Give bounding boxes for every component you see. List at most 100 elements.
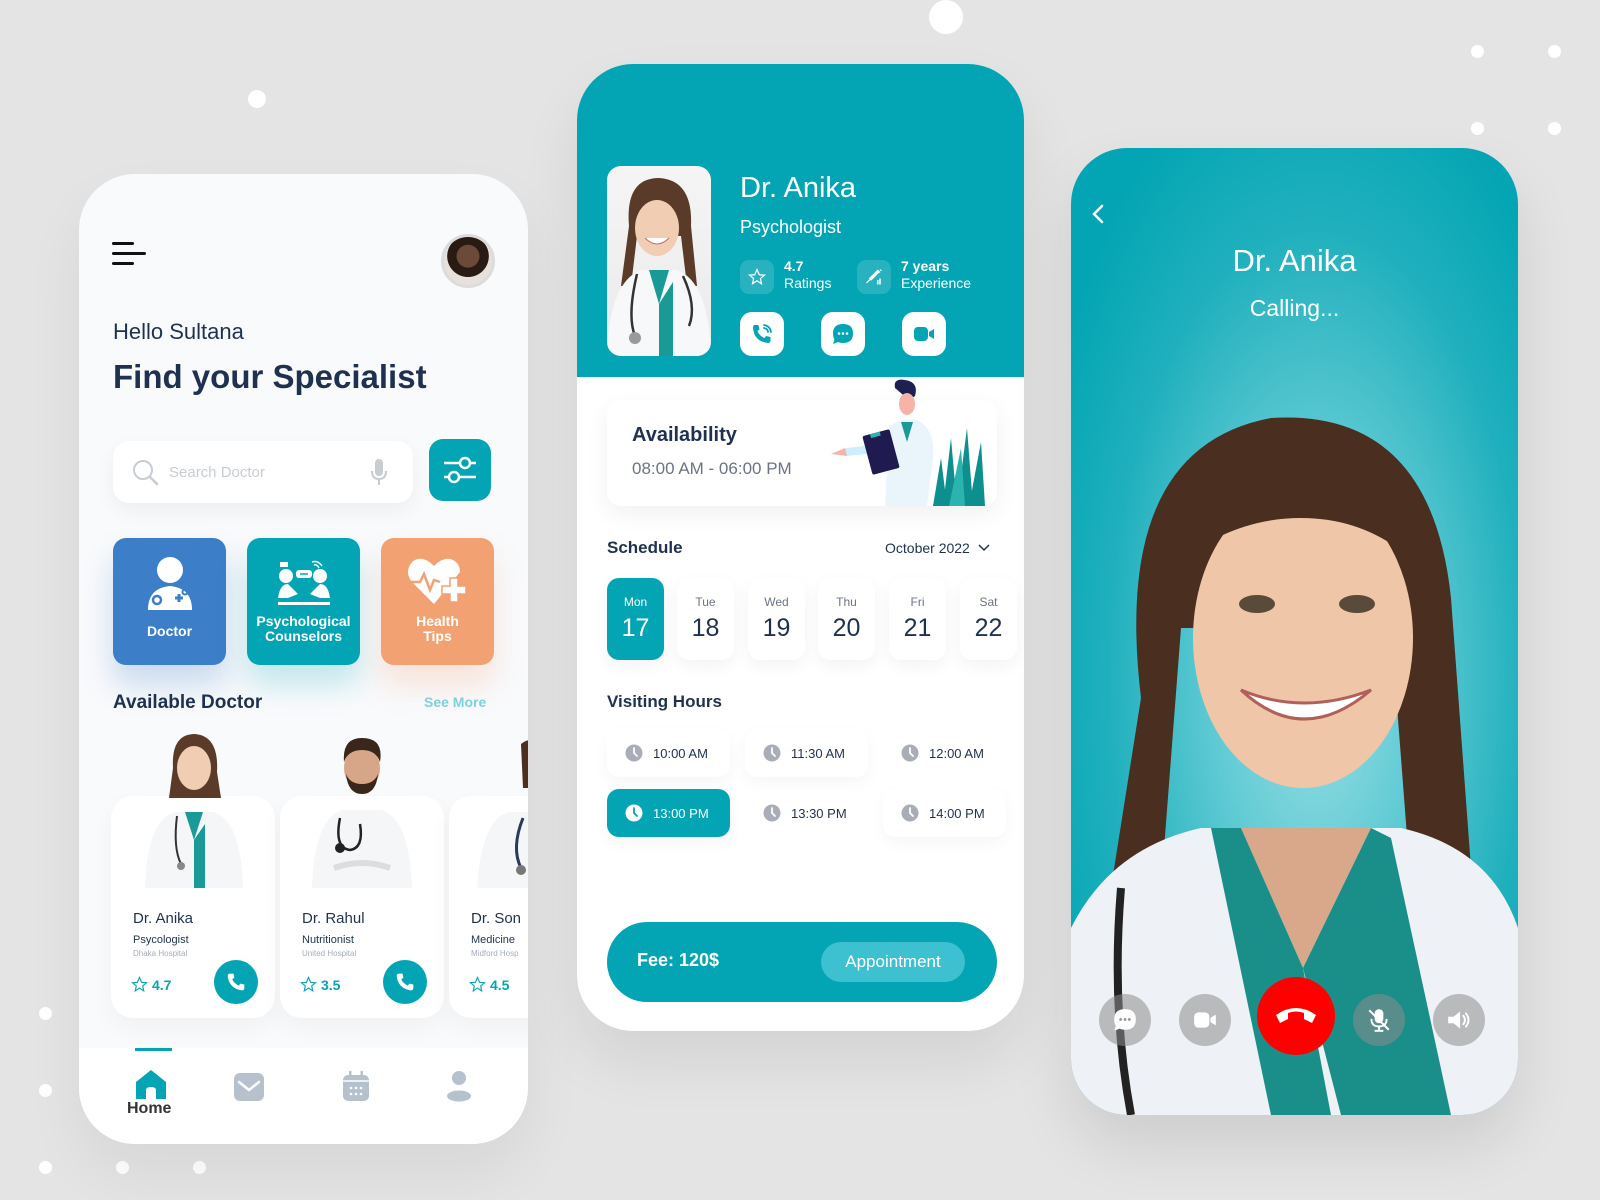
doctor-hospital: Dhaka Hospital bbox=[133, 949, 188, 958]
sliders-icon bbox=[444, 456, 476, 484]
home-icon bbox=[136, 1070, 166, 1099]
nav-profile[interactable] bbox=[446, 1070, 472, 1105]
greeting: Hello Sultana bbox=[113, 319, 244, 344]
decor-dot bbox=[1548, 45, 1561, 58]
call-doctor-button[interactable] bbox=[383, 960, 427, 1004]
search-input[interactable] bbox=[169, 459, 359, 485]
time-slot-label: 10:00 AM bbox=[653, 745, 708, 761]
clock-icon bbox=[763, 804, 781, 822]
doctor-rating: 4.7 bbox=[131, 976, 171, 993]
filter-button[interactable] bbox=[429, 439, 491, 501]
clock-icon bbox=[625, 744, 643, 762]
doctor-icon bbox=[148, 557, 192, 610]
chat-button[interactable] bbox=[821, 312, 865, 356]
nav-messages[interactable] bbox=[233, 1072, 265, 1105]
phone-icon bbox=[227, 973, 245, 991]
category-psychological-counselors[interactable]: Psychological Counselors bbox=[247, 538, 360, 665]
day-number: 20 bbox=[832, 614, 861, 642]
category-label-line2: Counselors bbox=[264, 628, 342, 644]
doctor-name: Dr. Son bbox=[471, 910, 522, 927]
day-wed[interactable]: Wed 19 bbox=[748, 578, 805, 660]
time-slot[interactable]: 13:30 PM bbox=[745, 789, 868, 837]
availability-title: Availability bbox=[632, 424, 737, 446]
video-call-button[interactable] bbox=[902, 312, 946, 356]
doctor-card[interactable]: Dr. Son Medicine Midford Hosp 4.5 bbox=[449, 740, 528, 1018]
doctor-illustration bbox=[831, 379, 985, 506]
video-icon bbox=[914, 327, 934, 341]
day-thu[interactable]: Thu 20 bbox=[818, 578, 875, 660]
back-button[interactable] bbox=[1091, 203, 1105, 228]
day-sat[interactable]: Sat 22 bbox=[960, 578, 1017, 660]
available-doctor-title: Available Doctor bbox=[113, 692, 263, 713]
time-slot[interactable]: 12:00 AM bbox=[883, 729, 1006, 777]
decor-dot bbox=[1471, 45, 1484, 58]
doctor-hospital: United Hospital bbox=[302, 949, 357, 958]
time-slot-label: 13:00 PM bbox=[653, 805, 709, 821]
day-number: 18 bbox=[691, 614, 720, 642]
decor-dot bbox=[39, 1084, 52, 1097]
star-icon bbox=[748, 268, 766, 286]
doctor-name: Dr. Anika bbox=[740, 172, 857, 204]
day-name: Sat bbox=[979, 595, 998, 609]
decor-dot bbox=[1471, 122, 1484, 135]
nav-active-indicator bbox=[135, 1048, 172, 1051]
page-title: Find your Specialist bbox=[113, 358, 427, 395]
calendar-icon bbox=[343, 1071, 369, 1101]
rating-stat bbox=[740, 260, 774, 294]
doctor-specialty: Nutritionist bbox=[302, 934, 354, 946]
clock-icon bbox=[901, 744, 919, 762]
profile-header: Dr. Anika Psychologist 4.7 Ratings 7 yea… bbox=[577, 64, 1024, 377]
search-box bbox=[113, 441, 413, 503]
doctor-photo bbox=[463, 728, 528, 888]
doctor-photo bbox=[125, 728, 261, 888]
day-tue[interactable]: Tue 18 bbox=[677, 578, 734, 660]
mute-button[interactable] bbox=[1353, 994, 1405, 1046]
microphone-icon[interactable] bbox=[369, 457, 389, 487]
experience-value: 7 years bbox=[901, 258, 950, 274]
month-selector[interactable]: October 2022 bbox=[885, 540, 990, 556]
end-call-button[interactable] bbox=[1257, 977, 1335, 1055]
doctor-card[interactable]: Dr. Anika Psycologist Dhaka Hospital 4.7 bbox=[111, 734, 275, 1018]
toggle-video-button[interactable] bbox=[1179, 994, 1231, 1046]
voice-call-button[interactable] bbox=[740, 312, 784, 356]
nav-calendar[interactable] bbox=[342, 1070, 370, 1105]
day-name: Wed bbox=[764, 595, 789, 609]
doctor-specialty: Psycologist bbox=[133, 934, 189, 946]
appointment-button[interactable]: Appointment bbox=[821, 942, 965, 982]
speaker-button[interactable] bbox=[1433, 994, 1485, 1046]
doctor-photo bbox=[294, 728, 430, 888]
time-slot[interactable]: 14:00 PM bbox=[883, 789, 1006, 837]
menu-icon[interactable] bbox=[112, 242, 146, 266]
doctor-name: Dr. Anika bbox=[133, 910, 194, 927]
see-more-link[interactable]: See More bbox=[424, 694, 486, 710]
star-icon bbox=[300, 976, 317, 993]
doctor-card[interactable]: Dr. Rahul Nutritionist United Hospital 3… bbox=[280, 738, 444, 1018]
month-label: October 2022 bbox=[885, 540, 970, 556]
nav-home[interactable] bbox=[135, 1068, 167, 1103]
schedule-title: Schedule bbox=[607, 538, 683, 557]
doctor-rating: 3.5 bbox=[300, 976, 340, 993]
chat-icon bbox=[1114, 1009, 1136, 1031]
time-slot[interactable]: 13:00 PM bbox=[607, 789, 730, 837]
day-fri[interactable]: Fri 21 bbox=[889, 578, 946, 660]
category-label-line2: Tips bbox=[423, 628, 452, 644]
phone-icon bbox=[396, 973, 414, 991]
category-label: Doctor bbox=[146, 623, 193, 639]
doctor-profile-screen: Dr. Anika Psychologist 4.7 Ratings 7 yea… bbox=[577, 64, 1024, 1031]
category-health-tips[interactable]: Health Tips bbox=[381, 538, 494, 665]
time-slot[interactable]: 10:00 AM bbox=[607, 729, 730, 777]
doctor-specialty: Psychologist bbox=[740, 217, 842, 237]
decor-dot bbox=[116, 1161, 129, 1174]
search-icon bbox=[133, 460, 159, 486]
time-slot[interactable]: 11:30 AM bbox=[745, 729, 868, 777]
doctor-rating: 4.5 bbox=[469, 976, 509, 993]
user-avatar[interactable] bbox=[441, 234, 495, 288]
time-slot-label: 13:30 PM bbox=[791, 805, 847, 821]
chat-button[interactable] bbox=[1099, 994, 1151, 1046]
visiting-hours-title: Visiting Hours bbox=[607, 692, 722, 711]
category-doctor[interactable]: Doctor bbox=[113, 538, 226, 665]
day-mon[interactable]: Mon 17 bbox=[607, 578, 664, 660]
syringe-icon bbox=[866, 269, 882, 285]
call-status: Calling... bbox=[1249, 295, 1340, 321]
call-doctor-button[interactable] bbox=[214, 960, 258, 1004]
